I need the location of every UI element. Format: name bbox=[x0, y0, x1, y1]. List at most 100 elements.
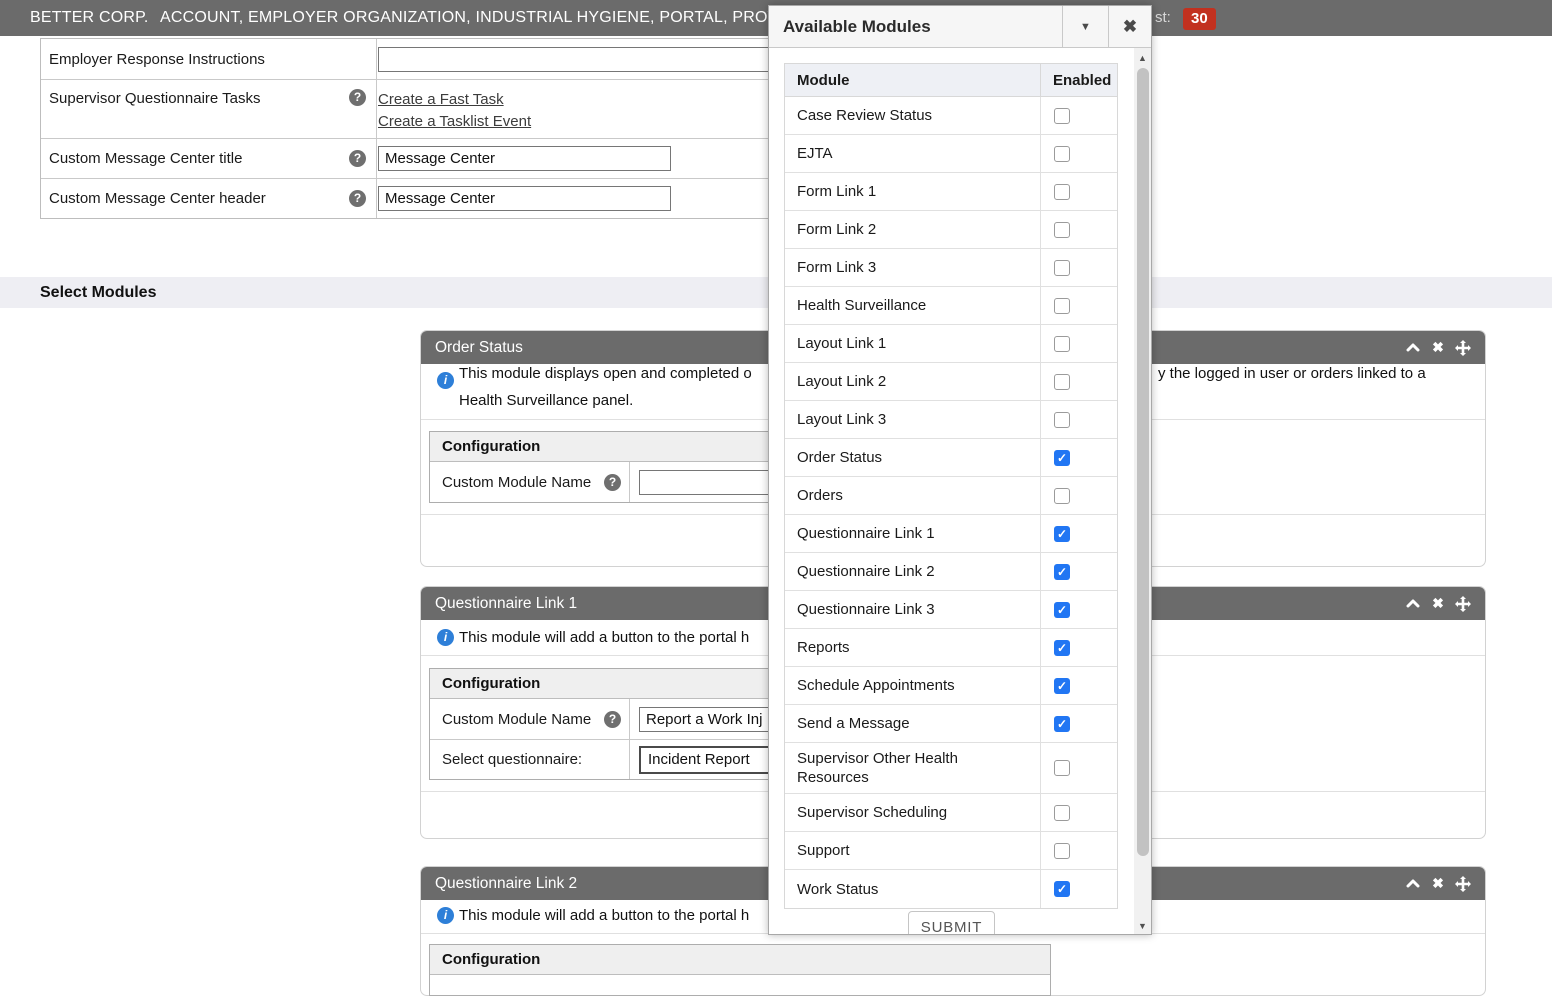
module-row: EJTA bbox=[785, 135, 1117, 173]
move-drag-icon[interactable] bbox=[1455, 340, 1471, 356]
module-row: Supervisor Other Health Resources bbox=[785, 743, 1117, 794]
module-enabled-checkbox[interactable] bbox=[1054, 146, 1070, 162]
configuration-heading: Configuration bbox=[430, 945, 1050, 975]
module-enabled-checkbox[interactable] bbox=[1054, 260, 1070, 276]
module-row: Support bbox=[785, 832, 1117, 870]
module-name: Questionnaire Link 3 bbox=[785, 591, 1040, 628]
module-name: Send a Message bbox=[785, 705, 1040, 742]
caret-down-icon: ▼ bbox=[1080, 21, 1091, 33]
module-enabled-checkbox[interactable] bbox=[1054, 184, 1070, 200]
module-row: Form Link 2 bbox=[785, 211, 1117, 249]
module-enabled-checkbox[interactable] bbox=[1054, 843, 1070, 859]
module-row: Health Surveillance bbox=[785, 287, 1117, 325]
module-enabled-checkbox[interactable] bbox=[1054, 222, 1070, 238]
remove-module-icon[interactable]: ✖ bbox=[1430, 340, 1446, 356]
module-name: Work Status bbox=[785, 870, 1040, 908]
tasklist-label-fragment: st: bbox=[1155, 0, 1171, 36]
module-row: Form Link 3 bbox=[785, 249, 1117, 287]
panel-title: Questionnaire Link 2 bbox=[435, 867, 577, 900]
field-label: Custom Module Name bbox=[442, 474, 591, 491]
module-enabled-checkbox[interactable] bbox=[1054, 805, 1070, 821]
modal-scrollbar[interactable]: ▲ ▼ bbox=[1134, 48, 1151, 935]
move-drag-icon[interactable] bbox=[1455, 596, 1471, 612]
help-icon[interactable]: ? bbox=[349, 190, 366, 207]
module-row: Layout Link 2 bbox=[785, 363, 1117, 401]
module-row: Form Link 1 bbox=[785, 173, 1117, 211]
field-label: Supervisor Questionnaire Tasks bbox=[49, 90, 261, 107]
module-enabled-checkbox[interactable] bbox=[1054, 412, 1070, 428]
module-name: Form Link 1 bbox=[785, 173, 1040, 210]
module-name: Case Review Status bbox=[785, 97, 1040, 134]
module-row: Send a Message ✓ bbox=[785, 705, 1117, 743]
collapse-chevron-up-icon[interactable] bbox=[1405, 876, 1421, 892]
collapse-chevron-up-icon[interactable] bbox=[1405, 596, 1421, 612]
help-icon[interactable]: ? bbox=[349, 89, 366, 106]
module-name: Questionnaire Link 1 bbox=[785, 515, 1040, 552]
module-name: Support bbox=[785, 832, 1040, 869]
count-badge: 30 bbox=[1183, 8, 1216, 30]
module-row: Order Status ✓ bbox=[785, 439, 1117, 477]
module-enabled-checkbox[interactable] bbox=[1054, 336, 1070, 352]
module-enabled-checkbox[interactable]: ✓ bbox=[1054, 881, 1070, 897]
module-enabled-checkbox[interactable]: ✓ bbox=[1054, 564, 1070, 580]
info-icon: i bbox=[437, 372, 454, 389]
module-enabled-checkbox[interactable] bbox=[1054, 374, 1070, 390]
dialog-collapse-button[interactable]: ▼ bbox=[1062, 6, 1108, 48]
dialog-title: Available Modules bbox=[783, 6, 931, 48]
close-icon: ✖ bbox=[1123, 17, 1137, 37]
module-name: Layout Link 2 bbox=[785, 363, 1040, 400]
scroll-down-icon[interactable]: ▼ bbox=[1134, 917, 1151, 934]
module-enabled-checkbox[interactable]: ✓ bbox=[1054, 450, 1070, 466]
field-label: Custom Message Center header bbox=[49, 190, 266, 207]
module-name: Orders bbox=[785, 477, 1040, 514]
create-tasklist-event-link[interactable]: Create a Tasklist Event bbox=[378, 111, 531, 133]
panel-title: Order Status bbox=[435, 331, 523, 364]
module-name: Supervisor Other Health Resources bbox=[785, 743, 1040, 793]
modal-table-body: Case Review StatusEJTAForm Link 1Form Li… bbox=[785, 97, 1117, 908]
module-name: Order Status bbox=[785, 439, 1040, 476]
table-header-row: Module Enabled bbox=[785, 64, 1117, 97]
module-enabled-checkbox[interactable]: ✓ bbox=[1054, 640, 1070, 656]
brand-name: BETTER CORP. bbox=[30, 0, 149, 36]
module-row: Questionnaire Link 3 ✓ bbox=[785, 591, 1117, 629]
module-name: Health Surveillance bbox=[785, 287, 1040, 324]
message-center-title-input[interactable] bbox=[378, 146, 671, 171]
module-enabled-checkbox[interactable] bbox=[1054, 760, 1070, 776]
module-enabled-checkbox[interactable] bbox=[1054, 298, 1070, 314]
remove-module-icon[interactable]: ✖ bbox=[1430, 596, 1446, 612]
column-header-enabled: Enabled bbox=[1040, 64, 1117, 96]
module-name: Schedule Appointments bbox=[785, 667, 1040, 704]
module-enabled-checkbox[interactable]: ✓ bbox=[1054, 678, 1070, 694]
module-row: Schedule Appointments ✓ bbox=[785, 667, 1117, 705]
scrollbar-thumb[interactable] bbox=[1137, 68, 1149, 856]
module-enabled-checkbox[interactable] bbox=[1054, 488, 1070, 504]
module-row: Orders bbox=[785, 477, 1117, 515]
scroll-up-icon[interactable]: ▲ bbox=[1134, 49, 1151, 66]
module-enabled-checkbox[interactable]: ✓ bbox=[1054, 602, 1070, 618]
module-enabled-checkbox[interactable]: ✓ bbox=[1054, 716, 1070, 732]
message-center-header-input[interactable] bbox=[378, 186, 671, 211]
module-row: Layout Link 1 bbox=[785, 325, 1117, 363]
module-info-text-continued: y the logged in user or orders linked to… bbox=[1158, 365, 1426, 382]
help-icon[interactable]: ? bbox=[604, 474, 621, 491]
dialog-titlebar: Available Modules ▼ ✖ bbox=[769, 6, 1151, 48]
module-enabled-checkbox[interactable] bbox=[1054, 108, 1070, 124]
field-label: Custom Message Center title bbox=[49, 150, 242, 167]
module-name: Layout Link 3 bbox=[785, 401, 1040, 438]
dialog-close-button[interactable]: ✖ bbox=[1108, 6, 1151, 48]
module-info-text: This module will add a button to the por… bbox=[459, 907, 749, 924]
breadcrumb[interactable]: ACCOUNT, EMPLOYER ORGANIZATION, INDUSTRI… bbox=[160, 0, 779, 36]
module-info-text-line2: Health Surveillance panel. bbox=[459, 392, 633, 409]
move-drag-icon[interactable] bbox=[1455, 876, 1471, 892]
collapse-chevron-up-icon[interactable] bbox=[1405, 340, 1421, 356]
column-header-module: Module bbox=[785, 64, 1040, 96]
submit-button[interactable]: SUBMIT bbox=[908, 911, 995, 935]
remove-module-icon[interactable]: ✖ bbox=[1430, 876, 1446, 892]
module-enabled-checkbox[interactable]: ✓ bbox=[1054, 526, 1070, 542]
create-fast-task-link[interactable]: Create a Fast Task bbox=[378, 89, 504, 111]
module-row: Questionnaire Link 1 ✓ bbox=[785, 515, 1117, 553]
help-icon[interactable]: ? bbox=[604, 711, 621, 728]
module-name: Supervisor Scheduling bbox=[785, 794, 1040, 831]
module-row: Work Status ✓ bbox=[785, 870, 1117, 908]
help-icon[interactable]: ? bbox=[349, 150, 366, 167]
